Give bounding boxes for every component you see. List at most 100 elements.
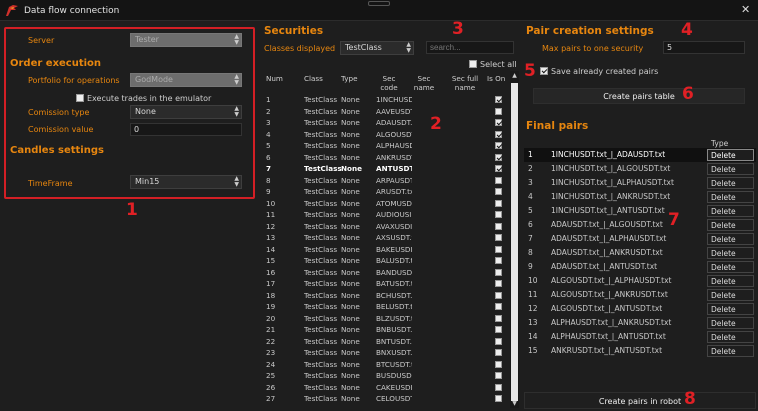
final-pair-row[interactable]: 9 ADAUSDT.txt_|_ANTUSDT.txt Delete: [524, 260, 756, 274]
security-row[interactable]: 8 TestClass None ARPAUSDT: [263, 176, 515, 187]
security-row[interactable]: 5 TestClass None ALPHAUSD: [263, 141, 515, 152]
security-row[interactable]: 15 TestClass None BALUSDT.t: [263, 256, 515, 267]
delete-button[interactable]: Delete: [707, 275, 754, 287]
delete-button[interactable]: Delete: [707, 331, 754, 343]
security-row[interactable]: 12 TestClass None AVAXUSDI: [263, 222, 515, 233]
is-on-checkbox[interactable]: [495, 211, 502, 218]
delete-button[interactable]: Delete: [707, 205, 754, 217]
delete-button[interactable]: Delete: [707, 219, 754, 231]
delete-button[interactable]: Delete: [707, 345, 754, 357]
security-row[interactable]: 27 TestClass None CELOUSDT: [263, 394, 515, 405]
is-on-checkbox[interactable]: [495, 303, 502, 310]
delete-button[interactable]: Delete: [707, 163, 754, 175]
security-row[interactable]: 16 TestClass None BANDUSD: [263, 268, 515, 279]
security-row[interactable]: 1 TestClass None 1INCHUSD: [263, 95, 515, 106]
final-pair-row[interactable]: 10 ALGOUSDT.txt_|_ALPHAUSDT.txt Delete: [524, 274, 756, 288]
final-pair-row[interactable]: 15 ANKRUSDT.txt_|_ANTUSDT.txt Delete: [524, 344, 756, 358]
is-on-checkbox[interactable]: [495, 165, 502, 172]
max-pairs-input[interactable]: 5: [663, 41, 745, 54]
final-pair-row[interactable]: 3 1INCHUSDT.txt_|_ALPHAUSDT.txt Delete: [524, 176, 756, 190]
final-pair-row[interactable]: 8 ADAUSDT.txt_|_ANKRUSDT.txt Delete: [524, 246, 756, 260]
security-row[interactable]: 3 TestClass None ADAUSDT.: [263, 118, 515, 129]
security-row[interactable]: 13 TestClass None AXSUSDT.t: [263, 233, 515, 244]
is-on-checkbox[interactable]: [495, 222, 502, 230]
is-on-checkbox[interactable]: [495, 234, 502, 241]
is-on-checkbox[interactable]: [495, 360, 502, 368]
is-on-checkbox[interactable]: [495, 96, 502, 103]
is-on-checkbox[interactable]: [495, 119, 502, 126]
is-on-checkbox[interactable]: [495, 349, 502, 356]
security-row[interactable]: 19 TestClass None BELUSDT.t: [263, 302, 515, 313]
security-row[interactable]: 10 TestClass None ATOMUSD: [263, 199, 515, 210]
delete-button[interactable]: Delete: [707, 191, 754, 203]
scroll-up-icon[interactable]: ▲: [510, 71, 519, 80]
is-on-checkbox[interactable]: [495, 199, 502, 207]
is-on-checkbox[interactable]: [495, 257, 502, 264]
create-pairs-in-robot-button[interactable]: Create pairs in robot: [524, 392, 756, 409]
security-row[interactable]: 4 TestClass None ALGOUSDT: [263, 130, 515, 141]
security-row[interactable]: 2 TestClass None AAVEUSDT: [263, 107, 515, 118]
commission-value-input[interactable]: 0: [130, 123, 242, 136]
security-row[interactable]: 24 TestClass None BTCUSDT.t: [263, 360, 515, 371]
security-row[interactable]: 26 TestClass None CAKEUSDI: [263, 383, 515, 394]
commission-type-select[interactable]: None ▲ ▼: [130, 105, 242, 119]
portfolio-select[interactable]: GodMode ▲ ▼: [130, 73, 242, 87]
delete-button[interactable]: Delete: [707, 233, 754, 245]
security-row[interactable]: 20 TestClass None BLZUSDT.t: [263, 314, 515, 325]
resize-grip[interactable]: [368, 1, 390, 6]
security-row[interactable]: 17 TestClass None BATUSDT.t: [263, 279, 515, 290]
security-row[interactable]: 22 TestClass None BNTUSDT.: [263, 337, 515, 348]
final-pair-row[interactable]: 1 1INCHUSDT.txt_|_ADAUSDT.txt Delete: [524, 148, 756, 162]
delete-button[interactable]: Delete: [707, 303, 754, 315]
is-on-checkbox[interactable]: [495, 245, 502, 253]
final-pair-row[interactable]: 6 ADAUSDT.txt_|_ALGOUSDT.txt Delete: [524, 218, 756, 232]
security-row[interactable]: 23 TestClass None BNXUSDT.: [263, 348, 515, 359]
is-on-checkbox[interactable]: [495, 280, 502, 287]
security-row[interactable]: 14 TestClass None BAKEUSDI: [263, 245, 515, 256]
emulator-checkbox[interactable]: [76, 94, 84, 102]
is-on-checkbox[interactable]: [495, 268, 502, 276]
is-on-checkbox[interactable]: [495, 383, 502, 391]
is-on-checkbox[interactable]: [495, 395, 502, 402]
is-on-checkbox[interactable]: [495, 176, 502, 184]
timeframe-select[interactable]: Min15 ▲ ▼: [130, 175, 242, 189]
server-select[interactable]: Tester ▲ ▼: [130, 33, 242, 47]
final-pair-row[interactable]: 4 1INCHUSDT.txt_|_ANKRUSDT.txt Delete: [524, 190, 756, 204]
is-on-checkbox[interactable]: [495, 337, 502, 345]
delete-button[interactable]: Delete: [707, 317, 754, 329]
security-row[interactable]: 6 TestClass None ANKRUSDT: [263, 153, 515, 164]
delete-button[interactable]: Delete: [707, 261, 754, 273]
final-pair-row[interactable]: 7 ADAUSDT.txt_|_ALPHAUSDT.txt Delete: [524, 232, 756, 246]
security-row[interactable]: 11 TestClass None AUDIOUSI: [263, 210, 515, 221]
create-pairs-table-button[interactable]: Create pairs table: [533, 88, 745, 104]
delete-button[interactable]: Delete: [707, 247, 754, 259]
save-pairs-checkbox[interactable]: [540, 67, 548, 75]
final-pair-row[interactable]: 5 1INCHUSDT.txt_|_ANTUSDT.txt Delete: [524, 204, 756, 218]
security-row[interactable]: 18 TestClass None BCHUSDT.: [263, 291, 515, 302]
is-on-checkbox[interactable]: [495, 107, 502, 115]
classes-select[interactable]: TestClass ▲ ▼: [340, 41, 414, 55]
is-on-checkbox[interactable]: [495, 372, 502, 379]
is-on-checkbox[interactable]: [495, 130, 502, 138]
is-on-checkbox[interactable]: [495, 142, 502, 149]
is-on-checkbox[interactable]: [495, 153, 502, 161]
search-input[interactable]: [426, 41, 514, 54]
final-pair-row[interactable]: 2 1INCHUSDT.txt_|_ALGOUSDT.txt Delete: [524, 162, 756, 176]
final-pair-row[interactable]: 14 ALPHAUSDT.txt_|_ANTUSDT.txt Delete: [524, 330, 756, 344]
select-all-checkbox[interactable]: [469, 60, 477, 68]
is-on-checkbox[interactable]: [495, 291, 502, 299]
delete-button[interactable]: Delete: [707, 149, 754, 161]
security-row[interactable]: 21 TestClass None BNBUSDT.: [263, 325, 515, 336]
delete-button[interactable]: Delete: [707, 289, 754, 301]
is-on-checkbox[interactable]: [495, 188, 502, 195]
delete-button[interactable]: Delete: [707, 177, 754, 189]
is-on-checkbox[interactable]: [495, 326, 502, 333]
security-row[interactable]: 7 TestClass None ANTUSDT.: [263, 164, 515, 175]
is-on-checkbox[interactable]: [495, 314, 502, 322]
final-pair-row[interactable]: 11 ALGOUSDT.txt_|_ANKRUSDT.txt Delete: [524, 288, 756, 302]
final-pair-row[interactable]: 13 ALPHAUSDT.txt_|_ANKRUSDT.txt Delete: [524, 316, 756, 330]
final-pair-row[interactable]: 12 ALGOUSDT.txt_|_ANTUSDT.txt Delete: [524, 302, 756, 316]
security-row[interactable]: 9 TestClass None ARUSDT.tx: [263, 187, 515, 198]
security-row[interactable]: 25 TestClass None BUSDUSD: [263, 371, 515, 382]
close-icon[interactable]: ✕: [741, 3, 750, 16]
